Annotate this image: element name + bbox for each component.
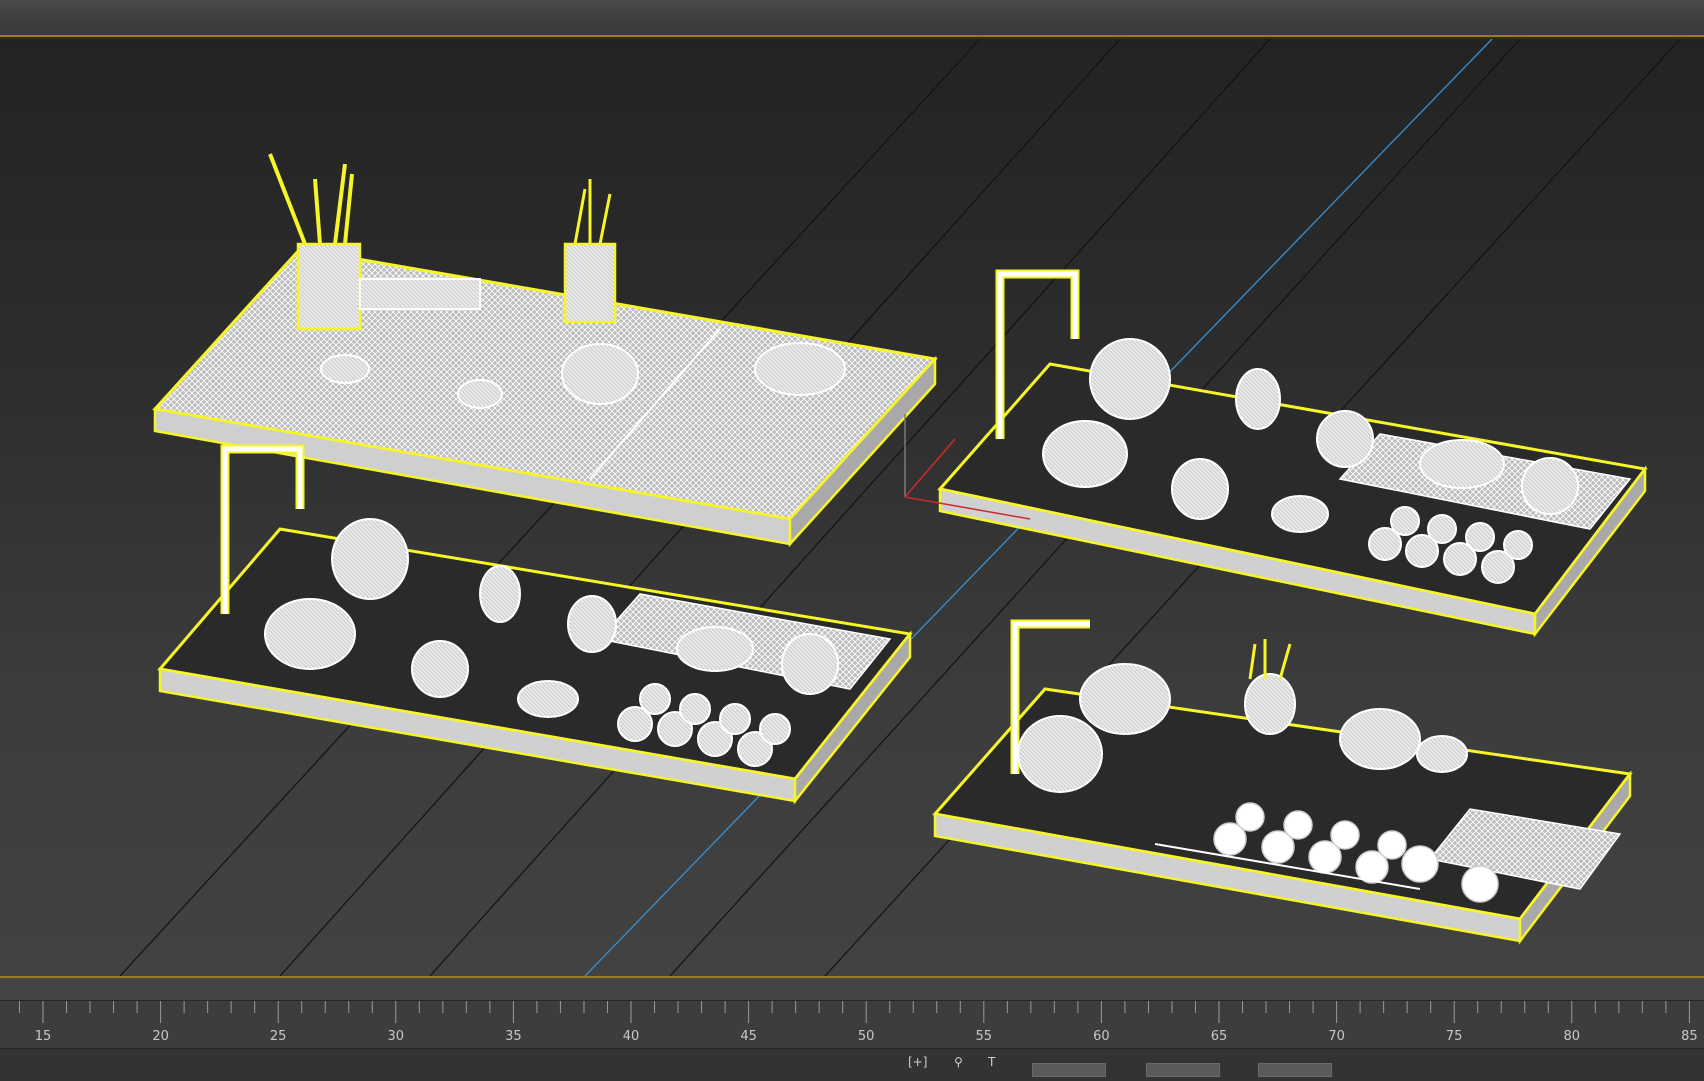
tea-tray-set-3[interactable]	[937, 269, 1648, 638]
tick-label: 70	[1328, 1029, 1345, 1044]
time-ruler[interactable]: 15 20 25 30 35 40 45 50 55 60 65 70 75 80 85	[0, 1000, 1704, 1049]
tick-label: 35	[505, 1029, 522, 1044]
tick-label: 20	[152, 1029, 169, 1044]
tick-label: 45	[740, 1029, 757, 1044]
coordinate-y-field[interactable]	[1146, 1063, 1220, 1077]
coordinate-z-field[interactable]	[1258, 1063, 1332, 1077]
tick-label: 25	[269, 1029, 287, 1044]
text-tool-icon[interactable]: T	[988, 1055, 995, 1069]
viewport-header-bar	[0, 0, 1704, 37]
maximize-viewport-icon[interactable]: [+]	[908, 1055, 927, 1069]
tick-label: 40	[622, 1029, 640, 1044]
search-icon[interactable]: ⚲	[954, 1055, 963, 1069]
tick-label: 65	[1210, 1029, 1228, 1044]
tick-label: 55	[975, 1029, 993, 1044]
tick-label: 30	[387, 1029, 405, 1044]
tick-label: 80	[1563, 1029, 1581, 1044]
coordinate-x-field[interactable]	[1032, 1063, 1106, 1077]
tick-label: 75	[1445, 1029, 1463, 1044]
tick-label: 15	[34, 1029, 52, 1044]
status-bar: [+] ⚲ T	[0, 1048, 1704, 1081]
tick-label: 60	[1093, 1029, 1110, 1044]
tea-tray-set-4[interactable]	[932, 619, 1633, 945]
timeline[interactable]: 15 20 25 30 35 40 45 50 55 60 65 70 75 80 85	[0, 978, 1704, 1049]
tea-tray-set-1[interactable]	[152, 153, 938, 548]
tick-label: 85	[1681, 1029, 1698, 1044]
tick-label: 50	[857, 1029, 875, 1044]
viewport-canvas[interactable]	[0, 39, 1704, 976]
perspective-viewport[interactable]	[0, 39, 1704, 976]
